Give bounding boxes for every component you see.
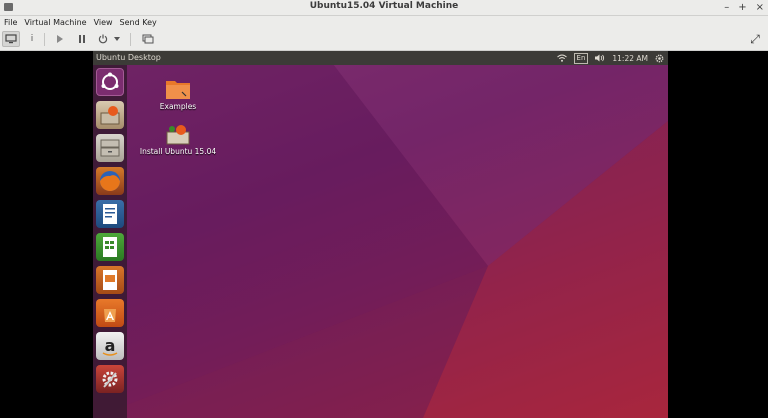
wifi-icon[interactable] (556, 54, 567, 62)
volume-icon[interactable] (595, 54, 605, 62)
play-icon (57, 35, 63, 43)
ubuntu-dash-icon[interactable] (96, 68, 124, 96)
system-settings-icon[interactable] (96, 365, 124, 393)
snapshot-icon (142, 34, 154, 43)
snapshots-button[interactable] (139, 31, 157, 47)
maximize-button[interactable]: + (738, 2, 746, 13)
firefox-icon[interactable] (96, 167, 124, 195)
pause-button[interactable] (73, 31, 91, 47)
gear-icon[interactable] (655, 54, 664, 63)
toolbar: i ⤢ (0, 29, 768, 51)
chevron-down-icon (114, 37, 120, 41)
indicator-area: En 11:22 AM (556, 51, 664, 65)
install-ubuntu-icon[interactable] (96, 101, 124, 129)
clock[interactable]: 11:22 AM (612, 54, 648, 63)
toolbar-separator (44, 33, 45, 46)
folder-icon (166, 81, 190, 99)
menu-send-key[interactable]: Send Key (116, 16, 160, 29)
minimize-button[interactable]: – (724, 2, 729, 13)
install-ubuntu-icon (166, 125, 190, 145)
top-panel: Ubuntu Desktop En 11:22 AM (93, 51, 668, 65)
launcher: a (93, 65, 127, 418)
impress-icon[interactable] (96, 266, 124, 294)
window-title: Ubuntu15.04 Virtual Machine (309, 1, 459, 11)
power-button[interactable] (94, 31, 112, 47)
keyboard-layout-indicator[interactable]: En (573, 52, 589, 64)
writer-icon[interactable] (96, 200, 124, 228)
menu-virtual-machine[interactable]: Virtual Machine (20, 16, 89, 29)
files-icon[interactable] (96, 134, 124, 162)
menu-file[interactable]: File (0, 16, 20, 29)
window-titlebar: Ubuntu15.04 Virtual Machine – + × (0, 0, 768, 16)
toolbar-separator (130, 33, 131, 46)
desktop-icon-install-ubuntu[interactable]: Install Ubuntu 15.04 (138, 123, 218, 156)
desktop-icon-label: Install Ubuntu 15.04 (139, 147, 217, 156)
guest-screen[interactable]: Ubuntu Desktop En 11:22 AM a Examples In… (93, 51, 668, 418)
menu-view[interactable]: View (90, 16, 116, 29)
fullscreen-icon: ⤢ (750, 31, 760, 46)
details-button[interactable]: i (23, 31, 41, 47)
console-view-button[interactable] (2, 31, 20, 47)
amazon-icon[interactable]: a (96, 332, 124, 360)
power-menu-button[interactable] (112, 31, 122, 47)
pause-icon (79, 35, 85, 43)
desktop-icon-label: Examples (159, 102, 197, 111)
desktop-icon-examples[interactable]: Examples (148, 78, 208, 111)
menu-bar: File Virtual Machine View Send Key (0, 16, 768, 29)
software-center-icon[interactable] (96, 299, 124, 327)
close-button[interactable]: × (756, 2, 764, 13)
fullscreen-button[interactable]: ⤢ (746, 31, 764, 47)
panel-title: Ubuntu Desktop (96, 53, 161, 62)
monitor-icon (5, 34, 17, 44)
run-button[interactable] (51, 31, 69, 47)
calc-icon[interactable] (96, 233, 124, 261)
window-controls: – + × (724, 0, 764, 15)
power-icon (98, 34, 108, 44)
info-icon: i (30, 34, 34, 44)
svg-text:a: a (105, 336, 116, 355)
